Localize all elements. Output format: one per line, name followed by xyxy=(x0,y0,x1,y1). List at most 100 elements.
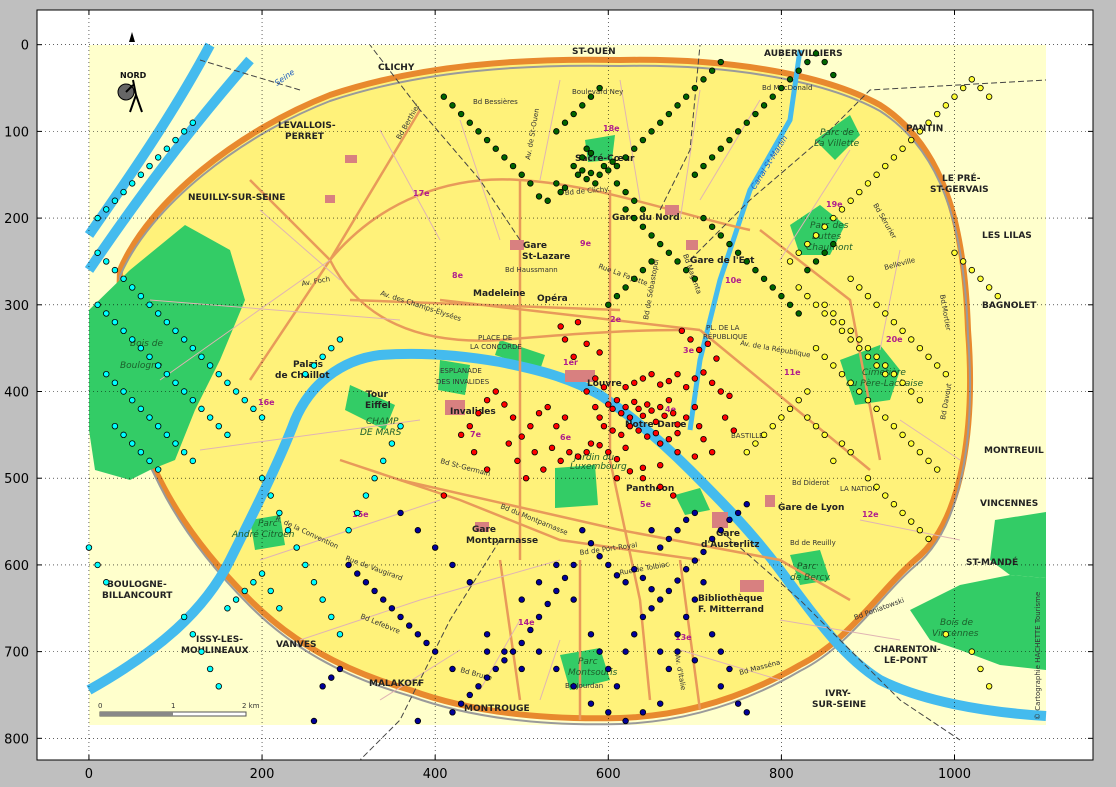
scatter-point xyxy=(180,613,188,621)
arrondissement-8: 8e xyxy=(452,271,464,280)
scatter-point xyxy=(592,375,599,382)
scatter-point xyxy=(856,336,863,343)
scatter-point xyxy=(622,383,629,391)
scatter-point xyxy=(561,184,569,191)
scatter-point xyxy=(570,110,577,118)
map-label-pre-2: ST-GERVAIS xyxy=(930,185,989,195)
scatter-point xyxy=(717,527,725,534)
map-label-issy-1: ISSY-LES- xyxy=(196,635,243,645)
map-image: NORD CLICHY ST-OUEN AUBERVILLIERS LEVALL… xyxy=(84,32,1047,760)
scatter-point xyxy=(618,409,625,417)
scatter-point xyxy=(635,427,642,434)
scatter-point xyxy=(605,301,612,308)
scatter-point xyxy=(708,223,716,230)
scatter-point xyxy=(94,301,101,308)
map-label-neuilly: NEUILLY-SUR-SEINE xyxy=(188,193,285,203)
scatter-point xyxy=(695,422,703,430)
scale-label-0: 0 xyxy=(98,702,102,710)
scatter-point xyxy=(509,648,517,655)
scatter-point xyxy=(553,561,560,569)
scatter-point xyxy=(388,440,396,447)
scatter-point xyxy=(717,58,725,66)
scatter-point xyxy=(665,249,673,256)
map-label-montsouris-1: Parc xyxy=(578,657,598,667)
scatter-point xyxy=(933,466,941,473)
scatter-point xyxy=(812,344,820,352)
scatter-point xyxy=(908,336,915,343)
scatter-point xyxy=(639,136,647,144)
scatter-point xyxy=(665,435,673,443)
scatter-point xyxy=(492,665,499,673)
scatter-point xyxy=(566,448,573,456)
arrondissement-3: 3e xyxy=(683,346,695,355)
scatter-point xyxy=(864,353,872,361)
scatter-point xyxy=(544,403,551,411)
scatter-point xyxy=(648,527,655,534)
scatter-point xyxy=(631,214,638,222)
scatter-point xyxy=(700,214,707,222)
scatter-point xyxy=(466,691,473,699)
scatter-point xyxy=(682,516,690,524)
scatter-point xyxy=(639,709,647,716)
scatter-point xyxy=(691,453,699,460)
scatter-point xyxy=(609,158,616,165)
map-label-levallois-1: LEVALLOIS- xyxy=(278,121,336,131)
scatter-point xyxy=(613,475,621,482)
map-label-esplanade-1: ESPLANADE xyxy=(440,367,482,375)
scatter-point xyxy=(622,717,629,725)
scatter-point xyxy=(626,422,634,430)
scatter-point xyxy=(942,370,950,378)
scatter-point xyxy=(626,414,634,421)
scatter-point xyxy=(648,585,655,593)
scatter-point xyxy=(847,275,854,282)
scatter-point xyxy=(657,381,664,388)
scatter-point xyxy=(665,110,673,118)
scatter-point xyxy=(959,258,967,265)
map-label-republique-1: PL. DE LA xyxy=(706,324,740,332)
scatter-point xyxy=(933,362,941,369)
scatter-point xyxy=(509,162,517,170)
scatter-point xyxy=(925,535,932,543)
scatter-point xyxy=(258,475,266,482)
scatter-point xyxy=(319,596,326,603)
scatter-point xyxy=(985,284,993,291)
street-bd-macdonald: Bd MacDonald xyxy=(762,84,812,92)
scatter-point xyxy=(111,197,119,204)
scatter-point xyxy=(704,340,712,348)
scatter-point xyxy=(908,388,915,395)
scatter-point xyxy=(631,566,638,573)
scatter-point xyxy=(691,596,699,603)
scatter-point xyxy=(492,145,499,152)
scatter-point xyxy=(821,310,828,317)
scatter-point xyxy=(319,353,326,361)
map-label-bois-vincennes-1: Bois de xyxy=(940,618,973,628)
scatter-point xyxy=(336,631,344,638)
scatter-point xyxy=(276,605,283,612)
scatter-point xyxy=(942,102,950,109)
scatter-point xyxy=(804,58,811,66)
scatter-point xyxy=(613,683,621,690)
scatter-point xyxy=(250,579,257,586)
scatter-point xyxy=(786,301,794,308)
scatter-point xyxy=(864,292,872,300)
map-label-luxembourg-2: Luxembourg xyxy=(570,462,627,472)
scatter-point xyxy=(189,631,197,638)
scatter-point xyxy=(605,448,612,456)
scatter-point xyxy=(596,349,603,356)
scatter-point xyxy=(734,700,742,707)
scatter-point xyxy=(111,422,119,430)
scatter-point xyxy=(644,401,651,408)
scatter-point xyxy=(804,240,811,248)
figure-canvas: NORD CLICHY ST-OUEN AUBERVILLIERS LEVALL… xyxy=(4,9,1094,782)
scatter-point xyxy=(717,648,725,655)
map-label-gare-austerlitz-2: d'Austerlitz xyxy=(701,540,759,550)
map-label-buttes-1: Parc des xyxy=(810,221,849,231)
scatter-point xyxy=(423,639,430,647)
scatter-point xyxy=(111,318,119,326)
scatter-point xyxy=(925,457,932,465)
scatter-point xyxy=(103,370,110,378)
scatter-point xyxy=(856,188,863,196)
x-tick-label: 1000 xyxy=(938,767,971,782)
scatter-point xyxy=(501,401,508,408)
scatter-point xyxy=(856,388,863,395)
